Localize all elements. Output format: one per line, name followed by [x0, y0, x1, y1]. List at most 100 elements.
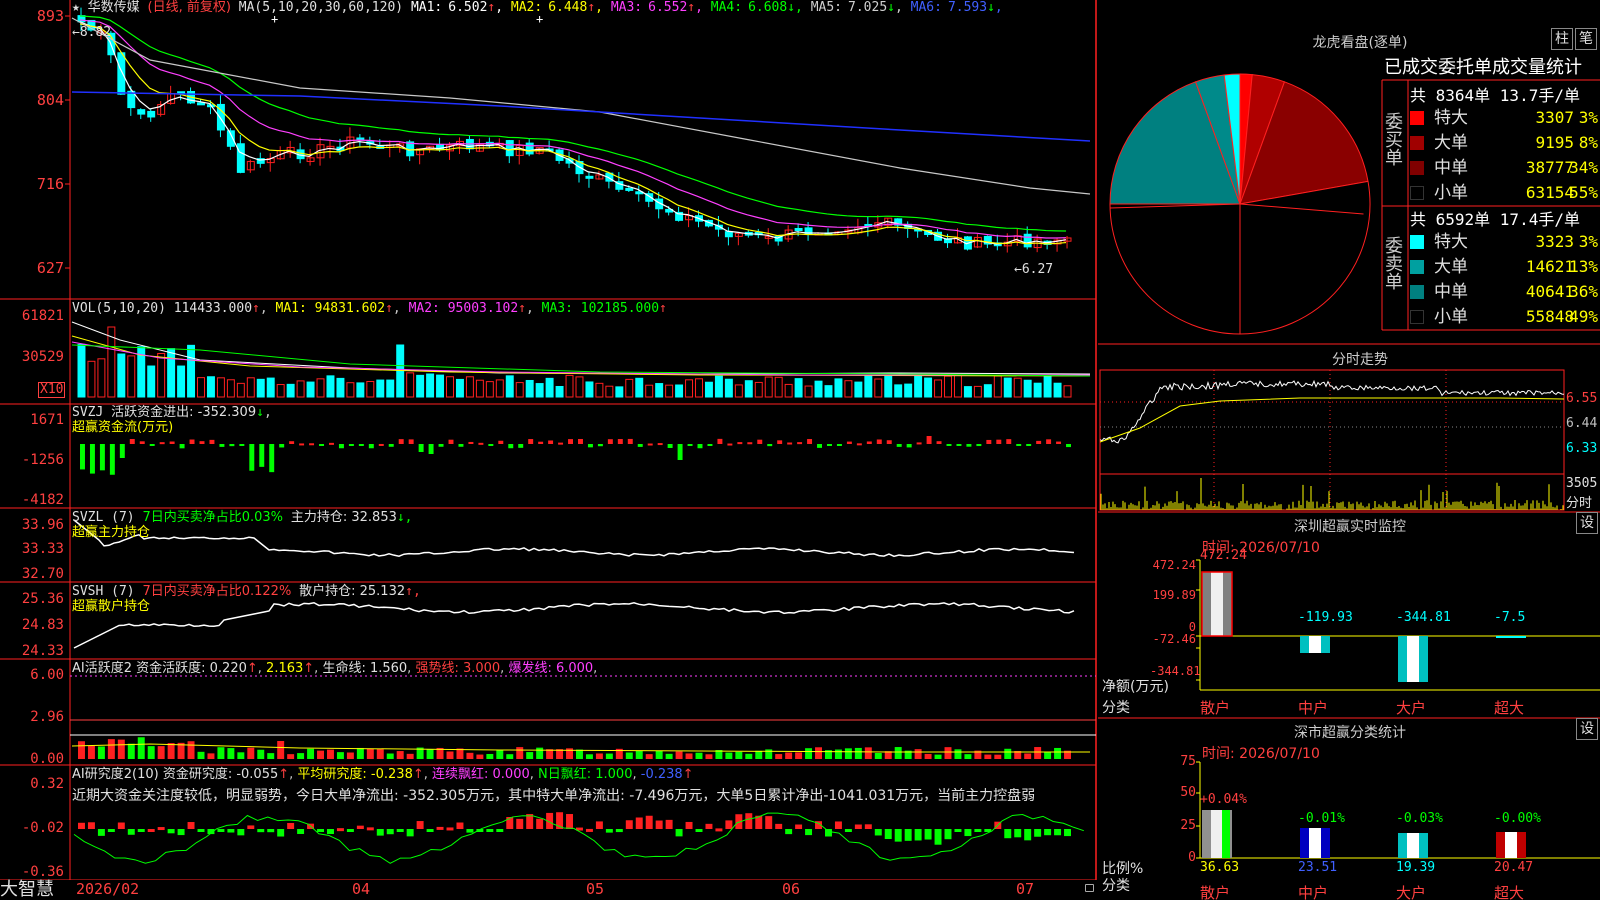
research-bar: [695, 829, 703, 832]
flow-bar: [199, 441, 205, 444]
mid-ratio-bar-shade: [1300, 828, 1309, 858]
flow-bar: [378, 443, 384, 446]
flow-bar: [1036, 440, 1042, 444]
activity-bar: [97, 746, 105, 759]
volume-bar: [714, 375, 723, 398]
stats-settings-button[interactable]: 设: [1576, 718, 1598, 740]
lock-icon[interactable]: [1085, 884, 1094, 892]
svsh-value: 散户持仓: 25.132: [299, 584, 406, 599]
research-bar: [665, 819, 673, 829]
stats-category: 中户: [1298, 884, 1329, 900]
volume-bar: [206, 376, 215, 398]
buy-swatch: [1410, 136, 1424, 150]
activity-bar: [137, 737, 145, 759]
volume-bar: [675, 384, 684, 398]
ma-name: MA4:: [710, 0, 743, 15]
monitor-settings-button[interactable]: 设: [1576, 512, 1598, 534]
candle-body: [197, 102, 205, 106]
arrow: ↑: [518, 301, 526, 316]
activity-bar: [486, 753, 494, 759]
research-bar: [446, 827, 454, 831]
activity-bar: [605, 753, 613, 759]
flow-bar: [458, 444, 464, 447]
activity-bar: [127, 743, 135, 759]
flow-bar: [538, 441, 544, 444]
arrow: ↓: [887, 0, 895, 15]
ma-item-1: MA1: 6.502↑,: [410, 0, 511, 15]
brand-logo[interactable]: 大智慧: [0, 880, 54, 900]
ai1-activity: 资金活跃度: 0.220: [136, 661, 247, 676]
research-bar: [356, 825, 364, 829]
flow-bar: [329, 442, 334, 445]
research-bar: [924, 829, 932, 840]
chart-canvas[interactable]: [0, 0, 1098, 880]
research-bar: [954, 829, 962, 832]
research-bar: [317, 829, 324, 832]
flow-bar: [687, 444, 693, 446]
flow-bar: [80, 444, 85, 470]
research-bar: [1034, 829, 1042, 837]
ai1-strong-line: 强势线: 3.000: [415, 661, 501, 676]
sell-head: 共 6592单 17.4手/单: [1410, 210, 1580, 229]
avg-price-line: [1099, 397, 1565, 443]
buy-row-pct: 34%: [1569, 158, 1598, 177]
vol-unit-badge[interactable]: X10: [38, 382, 66, 398]
ma-name: MA3:: [610, 0, 643, 15]
activity-bar: [685, 753, 693, 759]
ai2-n-day-red: N日飘红: 1.000: [538, 767, 633, 782]
y-tick: 24.33: [21, 643, 64, 659]
flow-bar: [219, 444, 225, 447]
mid-net-bar: [1300, 636, 1330, 653]
flow-bar: [368, 444, 374, 449]
activity-bar: [366, 748, 374, 759]
activity-bar: [775, 754, 783, 759]
volume-bar: [794, 378, 803, 398]
volume-bar: [685, 379, 694, 398]
y-tick: 32.70: [21, 566, 64, 582]
research-bar: [874, 829, 882, 836]
activity-bar: [466, 752, 474, 759]
ma-item-3: MA3: 6.552↑,: [610, 0, 711, 15]
research-bar: [964, 829, 972, 837]
retail-ratio-change: [1222, 810, 1230, 858]
period-label[interactable]: (日线, 前复权): [148, 0, 231, 15]
volume-bar: [316, 378, 325, 398]
volume-bar: [704, 381, 713, 398]
volume-bar: [376, 379, 385, 398]
research-bar: [137, 829, 145, 832]
research-bar: [864, 824, 872, 829]
svzl-sub: 超赢主力持仓: [72, 525, 151, 540]
activity-bar: [476, 754, 484, 759]
ma-item-2: MA2: 6.448↑,: [510, 0, 611, 15]
stroke-mode-button[interactable]: 笔: [1575, 28, 1597, 50]
ma-label: MA(5,10,20,30,60,120): [238, 0, 404, 15]
research-bar: [197, 829, 205, 832]
ma-name: MA5:: [810, 0, 843, 15]
research-bar: [635, 817, 643, 829]
volume-bar: [555, 385, 564, 398]
volume-bar: [754, 381, 763, 398]
activity-bar: [874, 753, 882, 759]
activity-bar: [307, 748, 315, 759]
volume-bar: [515, 382, 524, 398]
ai2-value5: -0.238: [640, 767, 683, 782]
lhb-tab[interactable]: 已成交委托单成交量统计: [1384, 53, 1600, 79]
arrow: ↑: [278, 767, 290, 782]
volume-bar: [914, 374, 923, 398]
bar-mode-button[interactable]: 柱: [1551, 28, 1573, 50]
main-chart-panel[interactable]: [0, 0, 1098, 880]
price-tick: 6.55: [1566, 391, 1598, 406]
stock-name[interactable]: 华数传媒: [88, 0, 140, 15]
y-tick: -0.36: [21, 864, 64, 880]
activity-bar: [426, 749, 434, 759]
buy-swatch: [1410, 111, 1424, 125]
large-net-bar-shade: [1398, 636, 1407, 682]
flow-bar: [269, 444, 275, 473]
flow-bar: [956, 444, 962, 446]
flow-bar: [488, 444, 494, 446]
flow-bar: [767, 444, 773, 447]
stats-y-tick: 50: [1180, 785, 1196, 800]
candle-body: [505, 140, 514, 157]
volume-bar: [216, 377, 225, 398]
research-bar: [894, 829, 902, 842]
